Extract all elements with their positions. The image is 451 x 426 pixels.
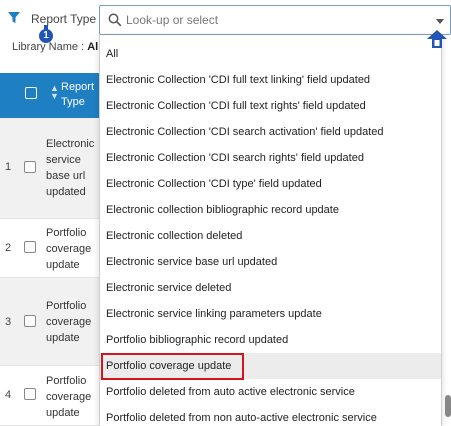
option-item[interactable]: Portfolio deleted from auto active elect… [100, 379, 441, 405]
row-number: 2 [5, 242, 12, 254]
table-row[interactable]: 1 Electronic service base url updated [0, 118, 100, 219]
search-icon [108, 13, 122, 27]
option-item[interactable]: Electronic collection bibliographic reco… [100, 197, 441, 223]
row-number: 4 [5, 389, 12, 401]
option-item[interactable]: Electronic Collection 'CDI search rights… [100, 145, 441, 171]
option-item-highlighted[interactable]: Portfolio coverage update [100, 353, 441, 379]
table-row[interactable]: 3 Portfolio coverage update [0, 278, 100, 366]
chevron-down-icon[interactable] [436, 19, 444, 24]
column-header-report-type[interactable]: Report Type [61, 80, 101, 110]
row-report-type: Portfolio coverage update [46, 375, 92, 419]
row-number: 3 [5, 316, 12, 328]
option-item[interactable]: All [100, 41, 441, 67]
report-page: Report Type : 1 Library Name : Al ▲ ▼ Rep… [0, 0, 451, 426]
report-type-label: Report Type : [31, 12, 103, 26]
row-report-type: Electronic service base url updated [46, 138, 95, 198]
option-item[interactable]: Electronic Collection 'CDI type' field u… [100, 171, 441, 197]
row-checkbox[interactable] [24, 241, 36, 253]
row-checkbox[interactable] [24, 388, 36, 400]
report-type-options-list[interactable]: All Electronic Collection 'CDI full text… [99, 35, 442, 426]
scrollbar-thumb[interactable] [445, 395, 451, 417]
option-item[interactable]: Electronic Collection 'CDI full text lin… [100, 67, 441, 93]
row-checkbox[interactable] [24, 315, 36, 327]
option-item[interactable]: Portfolio deleted from non auto-active e… [100, 405, 441, 426]
table-row[interactable]: 4 Portfolio coverage update [0, 366, 100, 426]
option-item[interactable]: Electronic Collection 'CDI full text rig… [100, 93, 441, 119]
report-type-combobox[interactable] [99, 5, 451, 35]
library-name-value: Al [87, 41, 99, 53]
library-name-label: Library Name : Al [12, 41, 99, 53]
sort-icon[interactable]: ▲ ▼ [50, 84, 59, 101]
row-report-type: Portfolio coverage update [46, 227, 92, 271]
table-row[interactable]: 2 Portfolio coverage update [0, 219, 100, 278]
option-item[interactable]: Electronic service linking parameters up… [100, 301, 441, 327]
option-item[interactable]: Portfolio bibliographic record updated [100, 327, 441, 353]
option-item[interactable]: Electronic Collection 'CDI search activa… [100, 119, 441, 145]
option-item[interactable]: Electronic service deleted [100, 275, 441, 301]
row-number: 1 [5, 161, 12, 173]
filter-icon[interactable] [8, 12, 20, 24]
lookup-input[interactable] [126, 9, 426, 31]
row-report-type: Portfolio coverage update [46, 300, 92, 344]
option-item[interactable]: Electronic collection deleted [100, 223, 441, 249]
arrow-up-badge-icon [427, 30, 447, 48]
option-item[interactable]: Electronic service base url updated [100, 249, 441, 275]
select-all-checkbox[interactable] [25, 87, 37, 99]
row-checkbox[interactable] [24, 161, 36, 173]
